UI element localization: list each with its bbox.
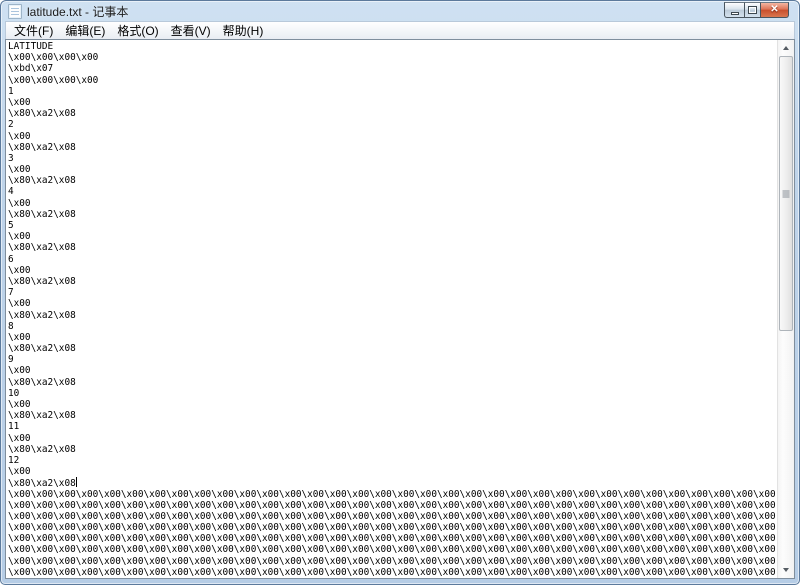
close-button[interactable]: ✕ <box>761 2 789 18</box>
editor-line: \x80\xa2\x08 <box>8 175 777 186</box>
editor-line: 11 <box>8 421 777 432</box>
arrow-down-icon <box>783 568 789 572</box>
vertical-scrollbar[interactable] <box>777 40 794 578</box>
close-icon: ✕ <box>770 5 778 15</box>
editor-filler-line: \x00\x00\x00\x00\x00\x00\x00\x00\x00\x00… <box>8 567 777 578</box>
arrow-up-icon <box>783 46 789 50</box>
editor-line: \x80\xa2\x08 <box>8 410 777 421</box>
editor-line: \x00 <box>8 332 777 343</box>
editor-filler-line: \x00\x00\x00\x00\x00\x00\x00\x00\x00\x00… <box>8 511 777 522</box>
editor-line: \x80\xa2\x08 <box>8 142 777 153</box>
editor-filler-line: \x00\x00\x00\x00\x00\x00\x00\x00\x00\x00… <box>8 500 777 511</box>
menu-item-edit[interactable]: 编辑(E) <box>59 21 111 41</box>
editor-line: \x00 <box>8 97 777 108</box>
editor-line: 1 <box>8 86 777 97</box>
scroll-down-button[interactable] <box>778 562 794 578</box>
editor-line: 5 <box>8 220 777 231</box>
menu-bar: 文件(F) 编辑(E) 格式(O) 查看(V) 帮助(H) <box>5 21 795 39</box>
maximize-button[interactable] <box>744 2 761 18</box>
editor-line: \x00 <box>8 399 777 410</box>
scrollbar-grip-icon <box>783 190 790 197</box>
editor-line: 9 <box>8 354 777 365</box>
window-title: latitude.txt - 记事本 <box>27 3 128 20</box>
editor-line: \x00 <box>8 298 777 309</box>
editor-line: 3 <box>8 153 777 164</box>
editor-line: \x80\xa2\x08 <box>8 477 777 488</box>
editor-line: \x00 <box>8 365 777 376</box>
editor-line: \xbd\x07 <box>8 63 777 74</box>
text-editor[interactable]: LATITUDE\x00\x00\x00\x00\xbd\x07\x00\x00… <box>6 40 777 578</box>
editor-line: \x00 <box>8 131 777 142</box>
content-area: LATITUDE\x00\x00\x00\x00\xbd\x07\x00\x00… <box>5 39 795 579</box>
menu-item-view[interactable]: 查看(V) <box>165 21 217 41</box>
text-caret <box>76 477 77 487</box>
editor-line: \x00 <box>8 265 777 276</box>
editor-line: \x00 <box>8 164 777 175</box>
editor-line: 8 <box>8 321 777 332</box>
editor-line: LATITUDE <box>8 41 777 52</box>
editor-line: \x80\xa2\x08 <box>8 343 777 354</box>
editor-line: \x80\xa2\x08 <box>8 276 777 287</box>
editor-line: 10 <box>8 388 777 399</box>
editor-line: \x00 <box>8 466 777 477</box>
editor-line: 7 <box>8 287 777 298</box>
editor-filler-line: \x00\x00\x00\x00\x00\x00\x00\x00\x00\x00… <box>8 556 777 567</box>
editor-line: \x00\x00\x00\x00 <box>8 75 777 86</box>
editor-line: 4 <box>8 186 777 197</box>
editor-filler-line: \x00\x00\x00\x00\x00\x00\x00\x00\x00\x00… <box>8 489 777 500</box>
editor-line: \x00 <box>8 198 777 209</box>
editor-filler-line: \x00\x00\x00\x00\x00\x00\x00\x00\x00\x00… <box>8 522 777 533</box>
editor-filler-line: \x00\x00\x00\x00\x00\x00\x00\x00\x00\x00… <box>8 544 777 555</box>
minimize-button[interactable] <box>724 2 744 18</box>
editor-line: \x80\xa2\x08 <box>8 310 777 321</box>
editor-line: 2 <box>8 119 777 130</box>
editor-line: \x80\xa2\x08 <box>8 444 777 455</box>
menu-item-format[interactable]: 格式(O) <box>111 21 164 41</box>
menu-item-help[interactable]: 帮助(H) <box>217 21 270 41</box>
editor-line: \x80\xa2\x08 <box>8 242 777 253</box>
minimize-icon <box>731 12 739 15</box>
window-controls: ✕ <box>724 2 789 18</box>
editor-line: \x80\xa2\x08 <box>8 377 777 388</box>
scroll-up-button[interactable] <box>778 40 794 56</box>
notepad-window: latitude.txt - 记事本 ✕ 文件(F) 编辑(E) 格式(O) 查… <box>0 0 800 585</box>
editor-line: \x80\xa2\x08 <box>8 209 777 220</box>
title-bar[interactable]: latitude.txt - 记事本 <box>1 1 799 21</box>
editor-line: \x00 <box>8 231 777 242</box>
editor-line: \x00\x00\x00\x00 <box>8 52 777 63</box>
editor-line: 12 <box>8 455 777 466</box>
notepad-icon <box>8 4 22 19</box>
editor-line: \x80\xa2\x08 <box>8 108 777 119</box>
menu-item-file[interactable]: 文件(F) <box>8 21 59 41</box>
scrollbar-thumb[interactable] <box>779 56 793 331</box>
maximize-icon <box>748 6 757 14</box>
editor-line: \x00 <box>8 433 777 444</box>
editor-filler-line: \x00\x00\x00\x00\x00\x00\x00\x00\x00\x00… <box>8 533 777 544</box>
editor-line: 6 <box>8 254 777 265</box>
